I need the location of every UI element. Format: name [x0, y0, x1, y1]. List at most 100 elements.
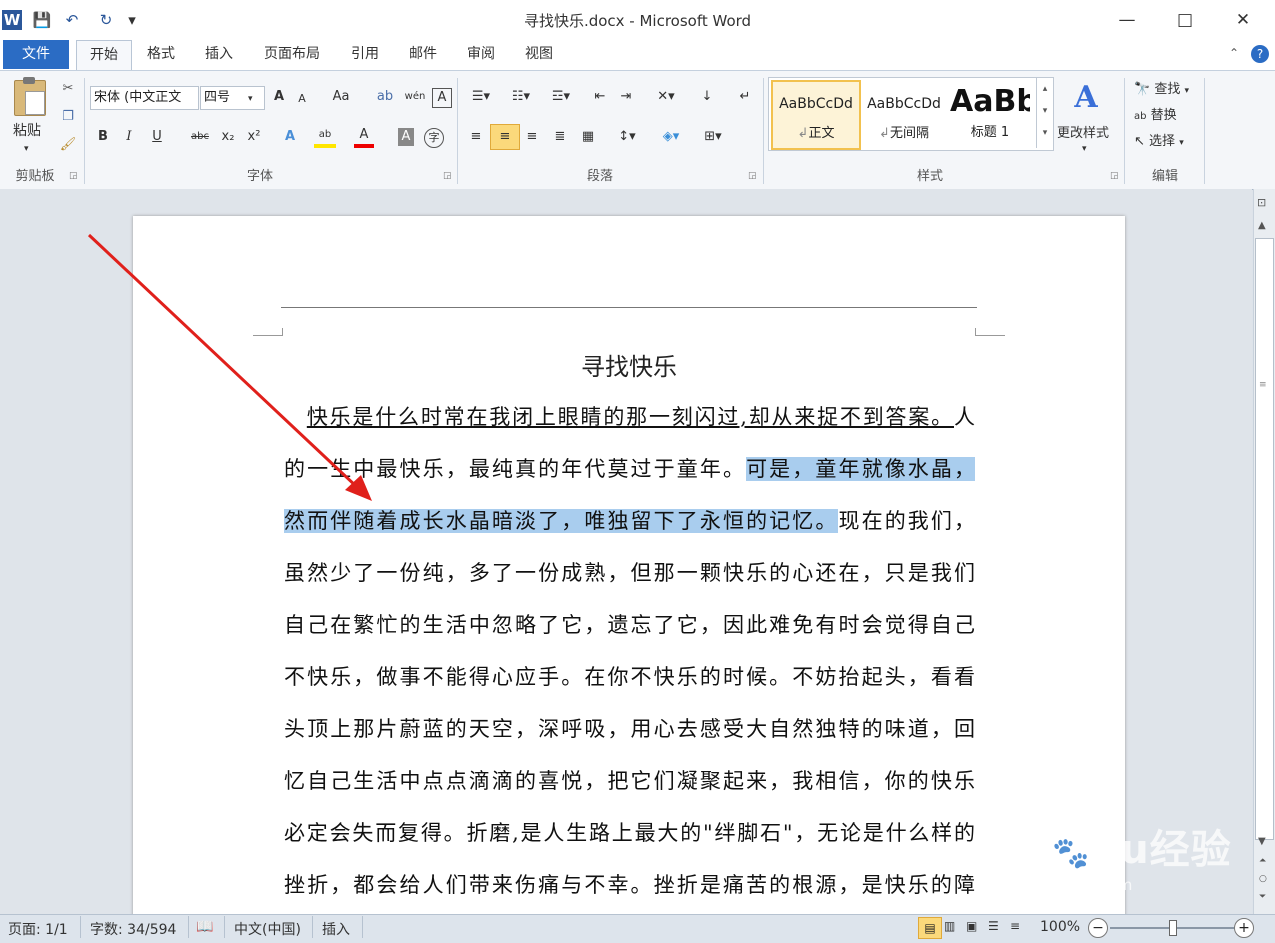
styles-scroll-icon[interactable]: ▴ ▾ ▾ — [1036, 78, 1053, 148]
text-run[interactable]: 虽然少了一份纯，多了一份成熟，但那一颗快乐的心还在，只是我们 — [284, 561, 975, 585]
style-heading-1[interactable]: AaBb 标题 1 — [950, 80, 1030, 146]
prev-page-icon[interactable]: ⏶ — [1259, 856, 1266, 866]
tab-file[interactable]: 文件 — [3, 40, 69, 69]
document-line[interactable]: 必定会失而复得。折磨,是人生路上最大的"绊脚石"，无论是什么样的 — [284, 817, 975, 849]
subscript-icon[interactable]: x₂ — [218, 128, 238, 146]
selected-text[interactable]: 可是，童年就像水晶， — [746, 457, 975, 481]
next-page-icon[interactable]: ⏷ — [1259, 892, 1266, 902]
tab-references[interactable]: 引用 — [342, 40, 388, 69]
document-line[interactable]: 快乐是什么时常在我闭上眼睛的那一刻闪过,却从来捉不到答案。人 — [284, 401, 975, 433]
tab-view[interactable]: 视图 — [516, 40, 562, 69]
tab-format[interactable]: 格式 — [138, 40, 184, 69]
shading-icon[interactable]: ◈▾ — [656, 128, 686, 146]
paste-button-label[interactable]: 粘贴 — [13, 120, 41, 140]
superscript-icon[interactable]: x² — [244, 128, 264, 146]
multilevel-list-icon[interactable]: ☲▾ — [546, 88, 576, 106]
text-run[interactable]: 忆自己生活中点点滴滴的喜悦，把它们凝聚起来，我相信，你的快乐 — [284, 769, 975, 793]
zoom-in-icon[interactable]: + — [1234, 918, 1254, 938]
style-normal[interactable]: AaBbCcDd ↲正文 — [771, 80, 861, 150]
font-size-dropdown-icon[interactable]: ▾ — [248, 90, 253, 108]
document-line[interactable]: 忆自己生活中点点滴滴的喜悦，把它们凝聚起来，我相信，你的快乐 — [284, 765, 975, 797]
close-button[interactable]: ✕ — [1220, 8, 1266, 32]
format-painter-icon[interactable]: 🖌 — [58, 136, 78, 154]
zoom-slider-thumb[interactable] — [1169, 920, 1177, 936]
align-left-icon[interactable]: ≡ — [466, 128, 486, 146]
font-color-icon[interactable]: A — [354, 126, 374, 148]
text-run[interactable]: 现在的我们， — [838, 509, 975, 533]
chinese-layout-icon[interactable]: ✕▾ — [652, 88, 680, 106]
phonetic-guide-icon[interactable]: wén — [402, 88, 428, 106]
find-button[interactable]: 🔭 查找 ▾ — [1134, 78, 1189, 97]
document-line[interactable]: 自己在繁忙的生活中忽略了它，遗忘了它，因此难免有时会觉得自己 — [284, 609, 975, 641]
paragraph-launcher-icon[interactable]: ◲ — [748, 171, 757, 181]
paste-dropdown-icon[interactable]: ▾ — [24, 140, 29, 158]
document-line[interactable]: 挫折，都会给人们带来伤痛与不幸。挫折是痛苦的根源，是快乐的障 — [284, 869, 975, 901]
proofing-icon[interactable]: 📖 — [196, 919, 213, 935]
decrease-indent-icon[interactable]: ⇤ — [590, 88, 610, 106]
document-line[interactable]: 不快乐，做事不能得心应手。在你不快乐的时候。不妨抬起头，看看 — [284, 661, 975, 693]
document-line[interactable]: 头顶上那片蔚蓝的天空，深呼吸，用心去感受大自然独特的味道，回 — [284, 713, 975, 745]
outline-icon[interactable]: ☰ — [988, 919, 999, 933]
insert-mode[interactable]: 插入 — [322, 919, 350, 939]
select-button[interactable]: ↖ 选择 ▾ — [1134, 130, 1184, 149]
numbering-icon[interactable]: ☷▾ — [506, 88, 536, 106]
text-run[interactable]: 必定会失而复得。折磨,是人生路上最大的"绊脚石"，无论是什么样的 — [284, 821, 975, 845]
maximize-button[interactable]: □ — [1162, 8, 1208, 32]
scroll-up-icon[interactable]: ▲ — [1258, 220, 1266, 231]
text-run[interactable]: 不快乐，做事不能得心应手。在你不快乐的时候。不妨抬起头，看看 — [284, 665, 975, 689]
enclose-char-icon[interactable]: 字 — [424, 128, 444, 148]
clipboard-launcher-icon[interactable]: ◲ — [69, 171, 78, 181]
paste-icon[interactable] — [14, 77, 46, 116]
text-effects-icon[interactable]: A — [280, 128, 300, 146]
document-line[interactable]: 虽然少了一份纯，多了一份成熟，但那一颗快乐的心还在，只是我们 — [284, 557, 975, 589]
cut-icon[interactable]: ✂ — [58, 80, 78, 98]
grow-font-icon[interactable]: A — [270, 88, 288, 106]
text-run[interactable]: 的一生中最快乐，最纯真的年代莫过于童年。 — [284, 457, 746, 481]
ruler-toggle-icon[interactable]: ⊡ — [1257, 196, 1266, 209]
styles-launcher-icon[interactable]: ◲ — [1110, 171, 1119, 181]
increase-indent-icon[interactable]: ⇥ — [616, 88, 636, 106]
style-no-spacing[interactable]: AaBbCcDd ↲无间隔 — [861, 80, 947, 146]
zoom-level[interactable]: 100% — [1040, 919, 1080, 935]
justify-icon[interactable]: ≣ — [550, 128, 570, 146]
shrink-font-icon[interactable]: A — [294, 90, 310, 108]
zoom-out-icon[interactable]: − — [1088, 918, 1108, 938]
change-styles-dropdown-icon[interactable]: ▾ — [1082, 140, 1087, 158]
underline-icon[interactable]: U — [148, 128, 166, 146]
strikethrough-icon[interactable]: abc — [188, 128, 212, 146]
tab-mailings[interactable]: 邮件 — [400, 40, 446, 69]
clear-format-icon[interactable]: ab — [374, 88, 396, 106]
borders-icon[interactable]: ⊞▾ — [698, 128, 728, 146]
line-spacing-icon[interactable]: ↕▾ — [612, 128, 642, 146]
align-right-icon[interactable]: ≡ — [522, 128, 542, 146]
char-border-icon[interactable]: A — [432, 88, 452, 108]
document-line[interactable]: 的一生中最快乐，最纯真的年代莫过于童年。可是，童年就像水晶， — [284, 453, 975, 485]
font-launcher-icon[interactable]: ◲ — [443, 171, 452, 181]
font-size-field[interactable]: 四号 — [200, 86, 265, 110]
document-title[interactable]: 寻找快乐 — [281, 347, 977, 382]
italic-icon[interactable]: I — [120, 128, 138, 146]
sort-icon[interactable]: ↓ — [696, 88, 718, 106]
text-run[interactable]: 自己在繁忙的生活中忽略了它，遗忘了它，因此难免有时会觉得自己 — [284, 613, 975, 637]
web-layout-icon[interactable]: ▣ — [966, 919, 977, 933]
page-count[interactable]: 页面: 1/1 — [8, 919, 68, 939]
replace-button[interactable]: ab 替换 — [1134, 104, 1177, 123]
document-line[interactable]: 然而伴随着成长水晶暗淡了，唯独留下了永恒的记忆。现在的我们， — [284, 505, 975, 537]
change-styles-icon[interactable]: A — [1068, 80, 1104, 115]
distributed-icon[interactable]: ▦ — [578, 128, 598, 146]
text-run[interactable] — [284, 405, 307, 429]
align-center-icon[interactable]: ≡ — [490, 124, 520, 150]
highlight-color-icon[interactable]: ab — [314, 126, 336, 148]
collapse-ribbon-icon[interactable]: ⌃ — [1229, 46, 1239, 60]
tab-home[interactable]: 开始 — [76, 40, 132, 71]
scroll-down-icon[interactable]: ▼ — [1258, 836, 1266, 847]
draft-icon[interactable]: ≡ — [1010, 919, 1020, 933]
change-case-icon[interactable]: Aa — [330, 88, 352, 106]
tab-insert[interactable]: 插入 — [196, 40, 242, 69]
browse-object-icon[interactable]: ○ — [1259, 874, 1267, 884]
change-styles-label[interactable]: 更改样式 — [1057, 122, 1109, 141]
char-shading-icon[interactable]: A — [398, 128, 414, 146]
tab-page-layout[interactable]: 页面布局 — [254, 40, 330, 69]
print-layout-icon[interactable]: ▤ — [918, 917, 942, 939]
text-run[interactable]: 挫折，都会给人们带来伤痛与不幸。挫折是痛苦的根源，是快乐的障 — [284, 873, 975, 897]
